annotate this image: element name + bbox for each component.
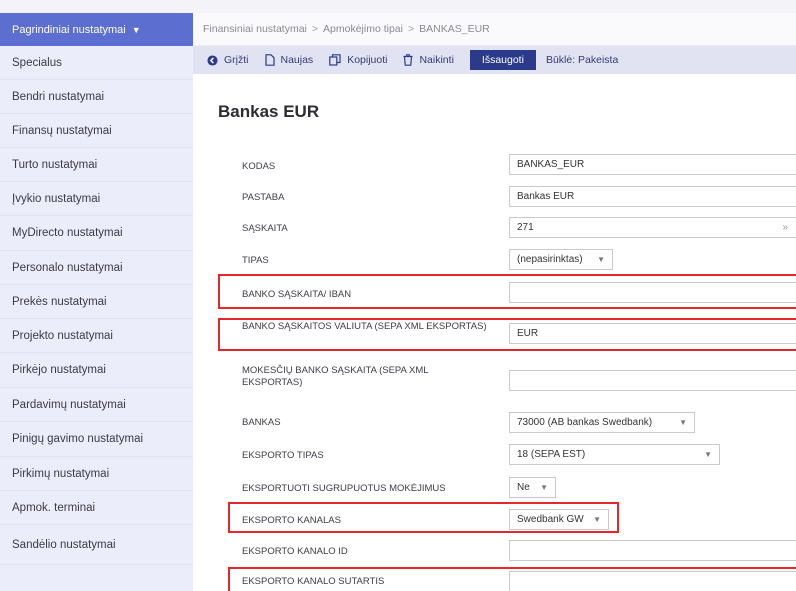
sidebar-item-sandelio[interactable]: Sandėlio nustatymai <box>0 525 193 565</box>
sidebar-item-personalo[interactable]: Personalo nustatymai <box>0 251 193 285</box>
sidebar-item-finansu[interactable]: Finansų nustatymai <box>0 114 193 148</box>
pastaba-value: Bankas EUR <box>517 191 575 202</box>
sidebar-header-label: Pagrindiniai nustatymai <box>12 23 126 36</box>
sidebar-item-pinigu-gavimo[interactable]: Pinigų gavimo nustatymai <box>0 422 193 457</box>
saskaita-value: 271 <box>517 222 534 233</box>
trash-icon <box>403 54 413 66</box>
pastaba-input[interactable]: Bankas EUR <box>509 186 796 207</box>
sidebar-item-pirkejo[interactable]: Pirkėjo nustatymai <box>0 353 193 388</box>
highlight-box-kanalas <box>228 502 619 533</box>
kanalo-id-input[interactable] <box>509 540 796 561</box>
breadcrumb-item-finansiniai[interactable]: Finansiniai nustatymai <box>203 23 307 35</box>
tipas-value: (nepasirinktas) <box>517 254 583 265</box>
sugrupuotus-value: Ne <box>517 482 530 493</box>
sidebar-item-ivykio[interactable]: Įvykio nustatymai <box>0 182 193 216</box>
sidebar-item-label: Specialus <box>12 56 62 69</box>
eksporto-tipas-value: 18 (SEPA EST) <box>517 449 586 460</box>
toolbar: Grįžti Naujas Kopijuoti Naikinti Išsaugo… <box>193 46 796 74</box>
double-chevron-right-icon[interactable]: » <box>782 222 788 233</box>
copy-button[interactable]: Kopijuoti <box>329 54 387 66</box>
chevron-down-icon: ▼ <box>131 24 141 35</box>
sugrupuotus-label: EKSPORTUOTI SUGRUPUOTUS MOKĖJIMUS <box>242 483 446 494</box>
caret-down-icon: ▼ <box>597 255 605 264</box>
bankas-value: 73000 (AB bankas Swedbank) <box>517 417 653 428</box>
page-title: Bankas EUR <box>218 102 320 121</box>
sidebar-header[interactable]: Pagrindiniai nustatymai ▼ <box>0 13 193 46</box>
copy-icon <box>329 54 341 66</box>
sidebar-item-label: MyDirecto nustatymai <box>12 227 123 239</box>
caret-down-icon: ▼ <box>704 450 712 459</box>
sidebar-item-apmok-terminai[interactable]: Apmok. terminai <box>0 491 193 525</box>
breadcrumb-item-current: BANKAS_EUR <box>419 23 490 35</box>
kodas-label: KODAS <box>242 161 276 172</box>
document-icon <box>264 54 275 66</box>
highlight-box-sutartis <box>228 567 796 591</box>
saskaita-label: SĄSKAITA <box>242 223 288 234</box>
sidebar-item-label: Personalo nustatymai <box>12 261 123 274</box>
sidebar-item-label: Pirkimų nustatymai <box>12 467 110 480</box>
sidebar-item-label: Įvykio nustatymai <box>12 192 101 205</box>
sidebar-item-pardavimu[interactable]: Pardavimų nustatymai <box>0 388 193 422</box>
sidebar-item-label: Pardavimų nustatymai <box>12 398 126 411</box>
sidebar-item-label: Sandėlio nustatymai <box>12 538 116 551</box>
breadcrumb-separator: > <box>407 23 415 35</box>
copy-button-label: Kopijuoti <box>347 54 388 66</box>
new-button-label: Naujas <box>280 54 314 66</box>
sidebar-item-label: Pinigų gavimo nustatymai <box>12 433 144 445</box>
save-button[interactable]: Išsaugoti <box>469 50 536 70</box>
pastaba-label: PASTABA <box>242 192 285 203</box>
back-button[interactable]: Grįžti <box>207 54 249 66</box>
mokesciu-input[interactable] <box>509 370 796 391</box>
sidebar-item-projekto[interactable]: Projekto nustatymai <box>0 319 193 353</box>
tipas-select[interactable]: (nepasirinktas) ▼ <box>509 249 613 270</box>
sidebar-item-label: Pirkėjo nustatymai <box>12 364 106 376</box>
kodas-input[interactable]: BANKAS_EUR <box>509 154 796 175</box>
saskaita-input[interactable]: 271 » <box>509 217 796 238</box>
breadcrumb: Finansiniai nustatymai > Apmokėjimo tipa… <box>193 13 796 46</box>
kodas-value: BANKAS_EUR <box>517 159 585 170</box>
sidebar-item-bendri[interactable]: Bendri nustatymai <box>0 80 193 114</box>
delete-button[interactable]: Naikinti <box>403 54 454 66</box>
sugrupuotus-select[interactable]: Ne ▼ <box>509 477 556 498</box>
bankas-label: BANKAS <box>242 417 281 428</box>
sidebar-item-turto[interactable]: Turto nustatymai <box>0 148 193 182</box>
sidebar-item-label: Projekto nustatymai <box>12 329 113 342</box>
sidebar-item-label: Apmok. terminai <box>12 501 96 514</box>
status-text: Būklė: Pakeista <box>545 54 619 66</box>
back-button-label: Grįžti <box>224 54 249 66</box>
new-button[interactable]: Naujas <box>264 54 314 66</box>
tipas-label: TIPAS <box>242 255 269 266</box>
main-panel: Finansiniai nustatymai > Apmokėjimo tipa… <box>193 0 796 591</box>
kanalo-id-label: EKSPORTO KANALO ID <box>242 546 348 557</box>
highlight-box-iban <box>218 274 796 309</box>
sidebar: Pagrindiniai nustatymai ▼ Specialus Bend… <box>0 0 193 591</box>
delete-button-label: Naikinti <box>419 54 454 66</box>
breadcrumb-item-apmokejimo-tipai[interactable]: Apmokėjimo tipai <box>323 23 403 35</box>
eksporto-tipas-select[interactable]: 18 (SEPA EST) ▼ <box>509 444 720 465</box>
sidebar-list: Specialus Bendri nustatymai Finansų nust… <box>0 46 193 565</box>
bankas-select[interactable]: 73000 (AB bankas Swedbank) ▼ <box>509 412 695 433</box>
sidebar-item-prekes[interactable]: Prekės nustatymai <box>0 285 193 319</box>
highlight-box-valiuta <box>218 318 796 351</box>
sidebar-item-mydirecto[interactable]: MyDirecto nustatymai <box>0 216 193 251</box>
caret-down-icon: ▼ <box>540 483 548 492</box>
sidebar-item-pirkimu[interactable]: Pirkimų nustatymai <box>0 457 193 491</box>
top-gap <box>193 0 796 13</box>
sidebar-top-gap <box>0 0 193 13</box>
mokesciu-label: MOKESČIŲ BANKO SĄSKAITA (SEPA XML EKSPOR… <box>242 365 429 388</box>
sidebar-item-label: Finansų nustatymai <box>12 124 112 137</box>
arrow-left-circle-icon <box>207 54 218 66</box>
sidebar-item-label: Turto nustatymai <box>12 158 98 171</box>
caret-down-icon: ▼ <box>679 418 687 427</box>
sidebar-item-label: Prekės nustatymai <box>12 295 107 308</box>
eksporto-tipas-label: EKSPORTO TIPAS <box>242 450 324 461</box>
sidebar-item-specialus[interactable]: Specialus <box>0 46 193 80</box>
breadcrumb-separator: > <box>311 23 319 35</box>
sidebar-item-label: Bendri nustatymai <box>12 90 105 103</box>
